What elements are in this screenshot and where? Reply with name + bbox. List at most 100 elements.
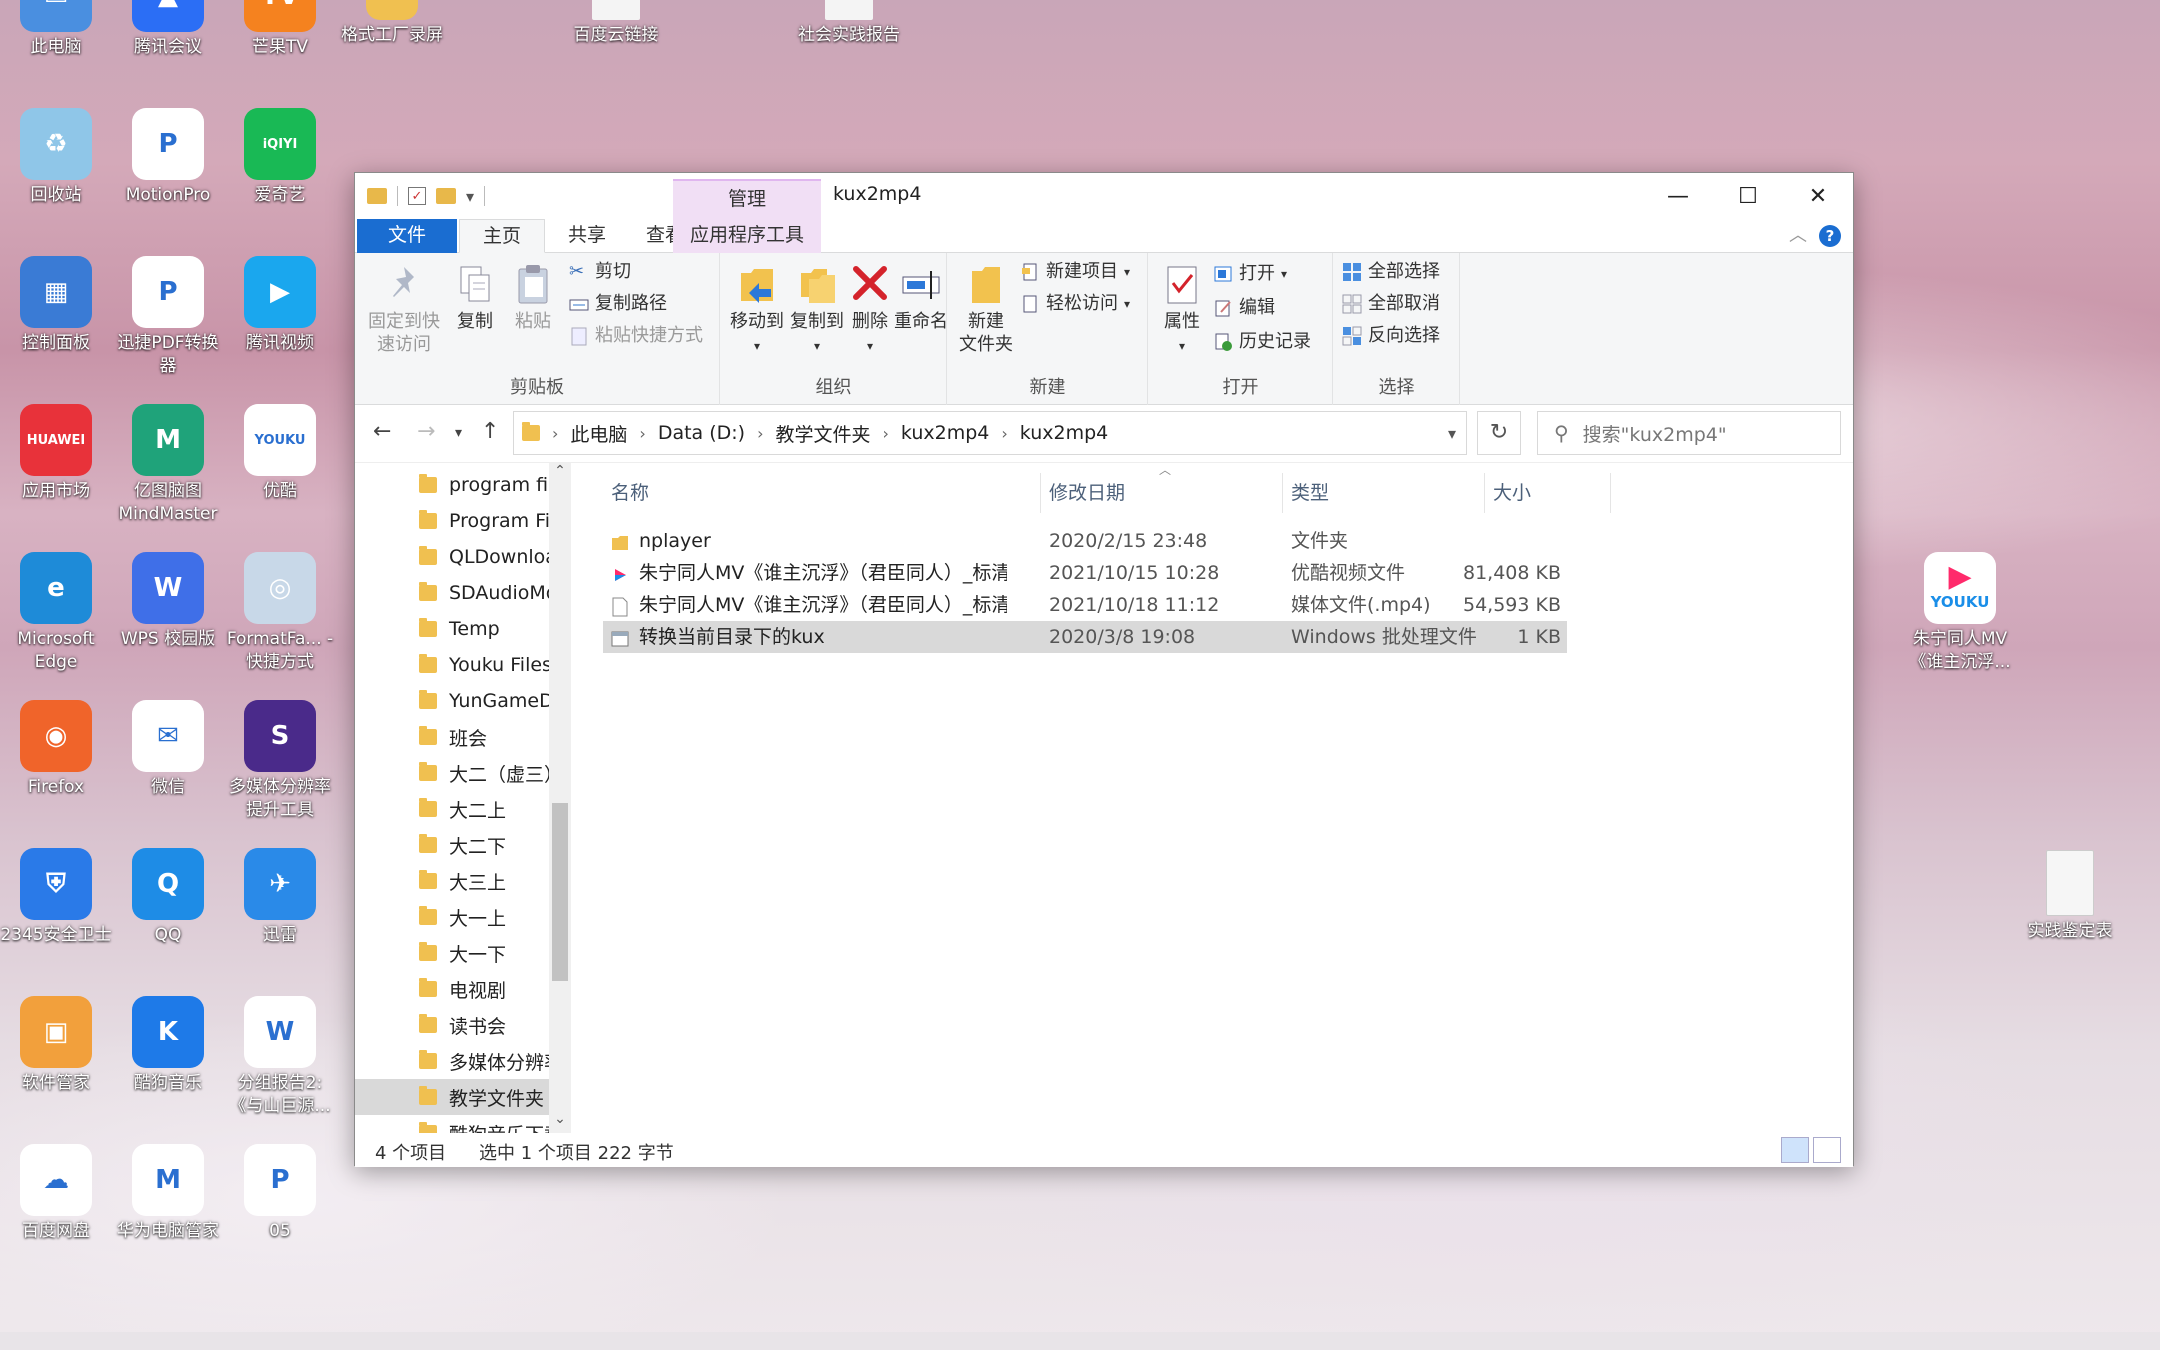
address-dropdown-icon[interactable]: ▾ [1448,424,1456,443]
file-row[interactable]: 转换当前目录下的kux 2020/3/8 19:08 Windows 批处理文件 1 … [603,621,1567,653]
desktop-icon[interactable]: TV 芒果TV [224,0,336,59]
nav-pane-item[interactable]: 教学文件夹 [355,1079,549,1115]
nav-pane-item[interactable]: YunGameDo [355,683,549,719]
scroll-up-icon[interactable]: ⌃ [549,463,571,479]
copy-to-button[interactable]: 复制到 ▾ [787,263,847,358]
paste-shortcut-button[interactable]: 粘贴快捷方式 [569,321,703,351]
desktop-icon[interactable]: ◎ FormatFa... - 快捷方式 [224,552,336,674]
desktop-icon[interactable]: iQIYI 爱奇艺 [224,108,336,207]
open-button[interactable]: 打开 ▾ [1213,259,1287,289]
tab-home[interactable]: 主页 [459,219,545,253]
desktop-icon[interactable]: W WPS 校园版 [112,552,224,651]
nav-pane-item[interactable]: Youku Files [355,647,549,683]
nav-pane-scrollbar[interactable]: ⌃ ⌄ [549,463,571,1133]
easy-access-button[interactable]: 轻松访问 ▾ [1020,289,1130,319]
desktop-icon[interactable]: ▲ 腾讯会议 [112,0,224,59]
column-header-name[interactable]: 名称 [603,473,1041,513]
customize-toolbar-dropdown-icon[interactable]: ▾ [466,187,474,206]
help-icon[interactable]: ? [1819,225,1841,247]
nav-pane-item[interactable]: QLDownload [355,539,549,575]
tab-application-tools[interactable]: 应用程序工具 [673,219,821,253]
desktop-icon-practice-form[interactable]: 实践鉴定表 [2014,850,2126,943]
desktop-icon[interactable]: ☁ 百度网盘 [0,1144,112,1243]
desktop-icon[interactable]: ✉ 微信 [112,700,224,799]
recent-locations-dropdown-icon[interactable]: ▾ [455,425,462,441]
nav-pane-item[interactable]: 大一上 [355,899,549,935]
paste-button[interactable]: 粘贴 [505,263,561,333]
new-folder-icon[interactable] [436,188,456,204]
history-button[interactable]: 历史记录 [1213,327,1311,357]
select-none-button[interactable]: 全部取消 [1342,289,1440,319]
scrollbar-thumb[interactable] [552,803,568,981]
properties-button[interactable]: 属性 ▾ [1155,263,1209,358]
desktop-icon[interactable]: W 分组报告2: 《与山巨源... [224,996,336,1118]
column-header-type[interactable]: 类型 [1283,473,1485,513]
delete-button[interactable]: 删除 ▾ [847,263,893,358]
desktop-icon-social-report[interactable]: 社会实践报告 [784,0,914,47]
nav-pane-item[interactable]: Program File [355,503,549,539]
desktop-icon[interactable]: Q QQ [112,848,224,947]
copy-path-button[interactable]: 复制路径 [569,289,667,319]
copy-button[interactable]: 复制 [447,263,503,333]
search-input[interactable]: ⚲ 搜索"kux2mp4" [1537,411,1841,455]
desktop-icon[interactable]: K 酷狗音乐 [112,996,224,1095]
desktop-icon[interactable]: M 亿图脑图 MindMaster [112,404,224,526]
nav-pane-item[interactable]: 大二下 [355,827,549,863]
forward-arrow-icon[interactable]: → [417,419,435,444]
nav-pane-item[interactable]: 大二上 [355,791,549,827]
desktop-icon[interactable]: ◉ Firefox [0,700,112,799]
desktop-icon[interactable]: ▦ 控制面板 [0,256,112,355]
desktop-icon[interactable]: ✈ 迅雷 [224,848,336,947]
desktop-icon[interactable]: ▶ 腾讯视频 [224,256,336,355]
nav-pane-item[interactable]: 班会 [355,719,549,755]
chevron-right-icon[interactable]: › [639,424,645,443]
details-view-icon[interactable] [1781,1137,1809,1163]
address-bar[interactable]: › 此电脑 › Data (D:) › 教学文件夹 › kux2mp4 › ku… [513,411,1467,455]
nav-pane-item[interactable]: SDAudioMo [355,575,549,611]
desktop-icon[interactable]: ▣ 软件管家 [0,996,112,1095]
breadcrumb-data-drive[interactable]: Data (D:) [658,422,745,444]
desktop-icon[interactable]: YOUKU 优酷 [224,404,336,503]
scroll-down-icon[interactable]: ⌄ [549,1111,571,1127]
desktop-icon[interactable]: M 华为电脑管家 [112,1144,224,1243]
up-arrow-icon[interactable]: ↑ [481,419,499,444]
nav-pane-item[interactable]: 读书会 [355,1007,549,1043]
breadcrumb-this-pc[interactable]: 此电脑 [570,420,627,447]
minimize-button[interactable]: — [1643,173,1713,219]
invert-selection-button[interactable]: 反向选择 [1342,321,1440,351]
new-item-button[interactable]: 新建项目 ▾ [1020,257,1130,287]
desktop-icon-baidu-link[interactable]: 百度云链接 [560,0,672,47]
nav-pane-item[interactable]: 大三上 [355,863,549,899]
tab-share[interactable]: 共享 [550,219,624,253]
properties-checkbox-icon[interactable]: ✓ [408,187,426,205]
tab-file[interactable]: 文件 [357,219,457,253]
desktop-icon[interactable]: ♻ 回收站 [0,108,112,207]
nav-pane-item[interactable]: 酷狗音乐下载 [355,1115,549,1133]
back-arrow-icon[interactable]: ← [373,419,391,444]
nav-pane-item[interactable]: 多媒体分辨率 [355,1043,549,1079]
refresh-button[interactable]: ↻ [1477,411,1521,455]
nav-pane-item[interactable]: 大二（虚三） [355,755,549,791]
breadcrumb-kux2mp4-current[interactable]: kux2mp4 [1020,422,1108,444]
desktop-icon[interactable]: ▭ 此电脑 [0,0,112,59]
nav-pane-item[interactable]: program file [355,467,549,503]
file-row[interactable]: 朱宁同人MV《谁主沉浮》（君臣同人）_标清 2021/10/18 11:12 媒体文… [603,589,1567,621]
collapse-ribbon-icon[interactable]: ︿ [1789,221,1807,247]
desktop-icon-youku-video[interactable]: ▶ YOUKU 朱宁同人MV 《谁主沉浮... [1904,552,2016,674]
rename-button[interactable]: 重命名 [891,263,951,333]
new-folder-button[interactable]: 新建 文件夹 [954,263,1018,356]
breadcrumb-kux2mp4[interactable]: kux2mp4 [901,422,989,444]
column-header-date[interactable]: 修改日期 [1041,473,1283,513]
chevron-right-icon[interactable]: › [1001,424,1007,443]
nav-pane-item[interactable]: 大一下 [355,935,549,971]
nav-pane-item[interactable]: Temp [355,611,549,647]
breadcrumb-teaching-folder[interactable]: 教学文件夹 [776,420,871,447]
chevron-right-icon[interactable]: › [883,424,889,443]
select-all-button[interactable]: 全部选择 [1342,257,1440,287]
desktop-icon[interactable]: S 多媒体分辨率提升工具 [224,700,336,822]
chevron-right-icon[interactable]: › [757,424,763,443]
close-button[interactable]: ✕ [1783,173,1853,219]
edit-button[interactable]: 编辑 [1213,293,1275,323]
nav-pane-item[interactable]: 电视剧 [355,971,549,1007]
maximize-button[interactable]: ☐ [1713,173,1783,219]
